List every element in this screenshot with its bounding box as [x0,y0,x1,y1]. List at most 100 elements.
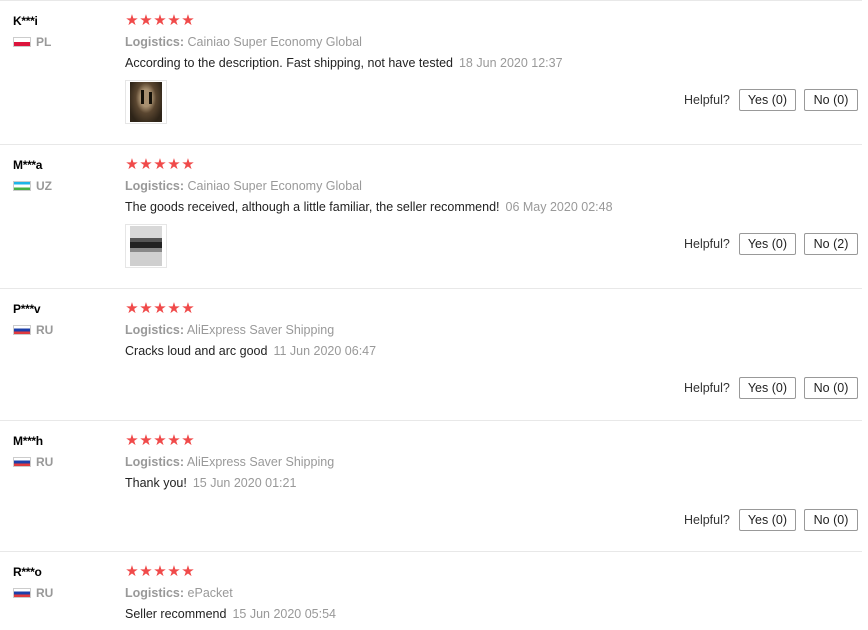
reviewer-country: RU [13,323,53,337]
helpful-vote: Helpful? Yes (0) No (0) [684,89,858,111]
feedback-content: Cracks loud and arc good [125,344,268,358]
review-item: P***v RU ★★★★★ Logistics: AliExpress Sav… [0,288,862,421]
star-icon: ★ [125,563,139,580]
star-icon: ★ [139,563,153,580]
vote-yes-button[interactable]: Yes (0) [738,509,796,531]
star-icon: ★ [139,156,153,173]
helpful-vote: Helpful? Yes (0) No (0) [684,509,858,531]
star-rating: ★★★★★ [125,433,862,449]
star-icon: ★ [167,563,181,580]
helpful-label: Helpful? [683,381,730,395]
country-code: RU [36,323,54,337]
vote-yes-button[interactable]: Yes (0) [738,377,796,399]
star-icon: ★ [125,432,139,449]
logistics-label: Logistics: [125,586,185,600]
review-photo-thumbnail[interactable] [125,224,167,268]
flag-ru-icon [13,325,31,335]
star-rating: ★★★★★ [125,564,862,580]
logistics-value: Cainiao Super Economy Global [187,179,362,193]
reviewer-info: K***i PL [13,13,51,49]
star-rating: ★★★★★ [125,301,862,317]
flag-pl-icon [13,37,31,47]
reviewer-info: M***h RU [13,433,53,469]
logistics-info: Logistics: Cainiao Super Economy Global [125,34,862,51]
flag-ru-icon [13,457,31,467]
star-rating: ★★★★★ [125,157,862,173]
review-photo-thumbnail[interactable] [125,80,167,124]
star-icon: ★ [181,563,195,580]
logistics-info: Logistics: ePacket [125,585,862,602]
vote-yes-button[interactable]: Yes (0) [738,89,796,111]
feedback-content: The goods received, although a little fa… [125,200,500,214]
reviewer-info: M***a UZ [13,157,52,193]
vote-no-button[interactable]: No (0) [804,377,858,399]
logistics-value: AliExpress Saver Shipping [186,455,335,469]
star-icon: ★ [167,12,181,29]
star-icon: ★ [139,12,153,29]
star-icon: ★ [167,300,181,317]
helpful-vote: Helpful? Yes (0) No (2) [684,233,858,255]
star-icon: ★ [167,156,181,173]
review-item: M***h RU ★★★★★ Logistics: AliExpress Sav… [0,420,862,552]
review-photo-image [130,226,162,266]
country-code: RU [36,455,54,469]
review-body: ★★★★★ Logistics: AliExpress Saver Shippi… [125,301,862,360]
vote-no-button[interactable]: No (2) [804,233,858,255]
country-code: PL [36,35,52,49]
feedback-text: The goods received, although a little fa… [125,199,862,216]
logistics-info: Logistics: AliExpress Saver Shipping [125,322,862,339]
star-icon: ★ [125,300,139,317]
feedback-text: Cracks loud and arc good 11 Jun 2020 06:4… [125,343,862,360]
helpful-vote: Helpful? Yes (0) No (0) [684,377,858,399]
country-code: UZ [36,179,52,193]
star-icon: ★ [181,156,195,173]
review-date: 15 Jun 2020 05:54 [232,607,337,621]
review-date: 18 Jun 2020 12:37 [458,56,563,70]
review-date: 06 May 2020 02:48 [505,200,613,214]
review-photo-image [130,82,162,122]
review-item: R***o RU ★★★★★ Logistics: ePacket Seller… [0,551,862,630]
reviewer-name: R***o [13,565,42,579]
reviewer-country: PL [13,35,51,49]
country-code: RU [36,586,54,600]
vote-no-button[interactable]: No (0) [804,89,858,111]
star-rating: ★★★★★ [125,13,862,29]
logistics-label: Logistics: [125,323,185,337]
star-icon: ★ [181,432,195,449]
star-icon: ★ [139,432,153,449]
review-body: ★★★★★ Logistics: ePacket Seller recommen… [125,564,862,623]
feedback-content: Seller recommend [125,607,227,621]
star-icon: ★ [125,156,139,173]
feedback-content: According to the description. Fast shipp… [125,56,453,70]
logistics-label: Logistics: [125,179,185,193]
feedback-content: Thank you! [125,476,187,490]
feedback-text: Thank you! 15 Jun 2020 01:21 [125,475,862,492]
flag-ru-icon [13,588,31,598]
star-icon: ★ [125,12,139,29]
reviewer-country: RU [13,586,53,600]
feedback-text: Seller recommend 15 Jun 2020 05:54 [125,606,862,623]
star-icon: ★ [153,12,167,29]
reviewer-country: UZ [13,179,52,193]
star-icon: ★ [153,563,167,580]
review-body: ★★★★★ Logistics: AliExpress Saver Shippi… [125,433,862,492]
helpful-label: Helpful? [683,237,730,251]
star-icon: ★ [153,156,167,173]
reviewer-name: M***a [13,158,43,172]
flag-uz-icon [13,181,31,191]
logistics-info: Logistics: Cainiao Super Economy Global [125,178,862,195]
reviewer-name: P***v [13,302,41,316]
star-icon: ★ [139,300,153,317]
feedback-text: According to the description. Fast shipp… [125,55,862,72]
star-icon: ★ [167,432,181,449]
logistics-value: Cainiao Super Economy Global [187,35,362,49]
helpful-label: Helpful? [683,93,730,107]
logistics-label: Logistics: [125,455,185,469]
review-item: M***a UZ ★★★★★ Logistics: Cainiao Super … [0,144,862,289]
star-icon: ★ [153,432,167,449]
helpful-label: Helpful? [683,513,730,527]
star-icon: ★ [181,300,195,317]
vote-no-button[interactable]: No (0) [804,509,858,531]
vote-yes-button[interactable]: Yes (0) [738,233,796,255]
reviewer-country: RU [13,455,53,469]
